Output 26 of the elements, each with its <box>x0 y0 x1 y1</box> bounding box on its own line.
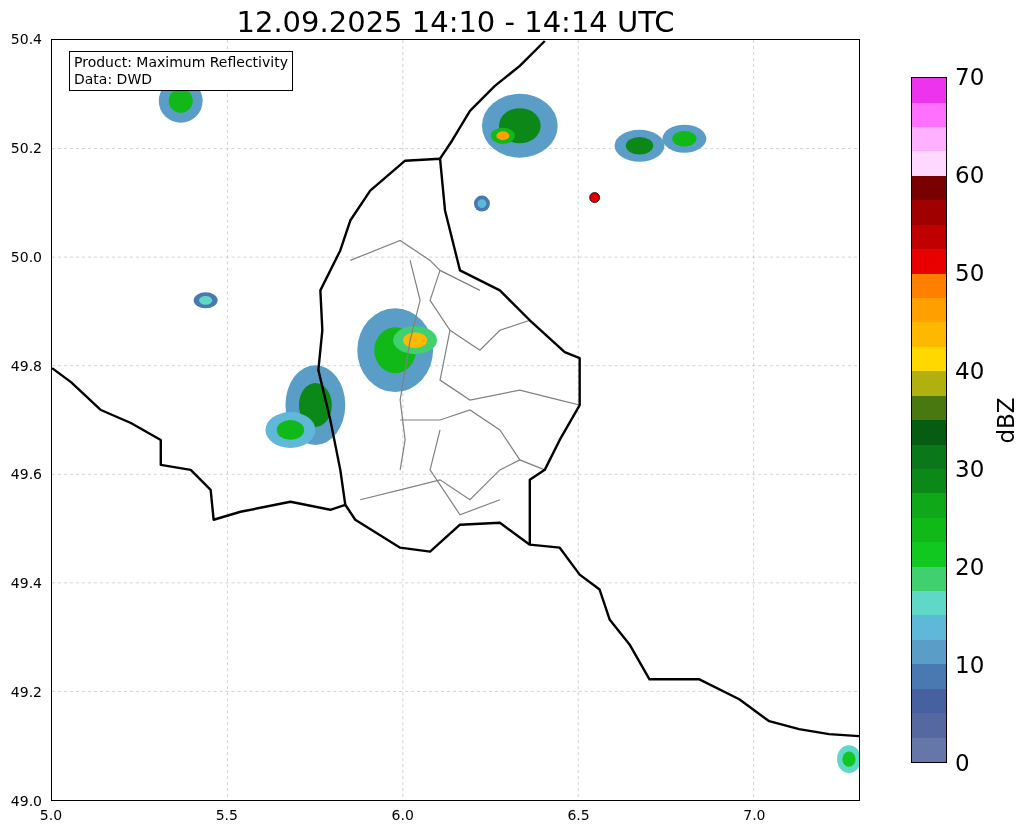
axis-tick-label: 6.0 <box>391 808 414 822</box>
colorbar-tick-label: 40 <box>955 359 985 383</box>
location-marker-icon <box>589 192 600 203</box>
axis-tick-label: 50.0 <box>10 249 42 264</box>
axis-tick-label: 49.0 <box>10 794 42 808</box>
axis-tick-label: 49.6 <box>10 467 42 482</box>
axis-tick-label: 49.2 <box>10 685 42 700</box>
axis-tick-label: 49.4 <box>10 576 42 591</box>
axis-tick-label: 5.0 <box>39 808 63 822</box>
axis-tick-label: 50.4 <box>10 32 42 46</box>
colorbar-tick-label: 0 <box>955 751 970 775</box>
info-text: Product: Maximum Reflectivity <box>74 54 288 71</box>
colorbar-tick-label: 20 <box>955 555 985 579</box>
axis-tick-label: 49.8 <box>10 358 42 373</box>
colorbar-tick-label: 50 <box>955 261 985 285</box>
colorbar-label: dBZ <box>994 396 1018 444</box>
info-text: Data: DWD <box>74 71 153 88</box>
axis-tick-label: 5.5 <box>215 808 238 822</box>
colorbar-tick-label: 30 <box>955 457 985 481</box>
axis-tick-label: 50.2 <box>10 140 42 155</box>
colorbar-tick-label: 70 <box>955 65 985 89</box>
colorbar-tick-label: 10 <box>955 653 985 677</box>
axis-tick-label: 7.0 <box>743 808 766 822</box>
colorbar-tick-label: 60 <box>955 163 985 187</box>
chart-title: 12.09.2025 14:10 - 14:14 UTC <box>236 8 675 39</box>
axis-tick-label: 6.5 <box>567 808 590 822</box>
